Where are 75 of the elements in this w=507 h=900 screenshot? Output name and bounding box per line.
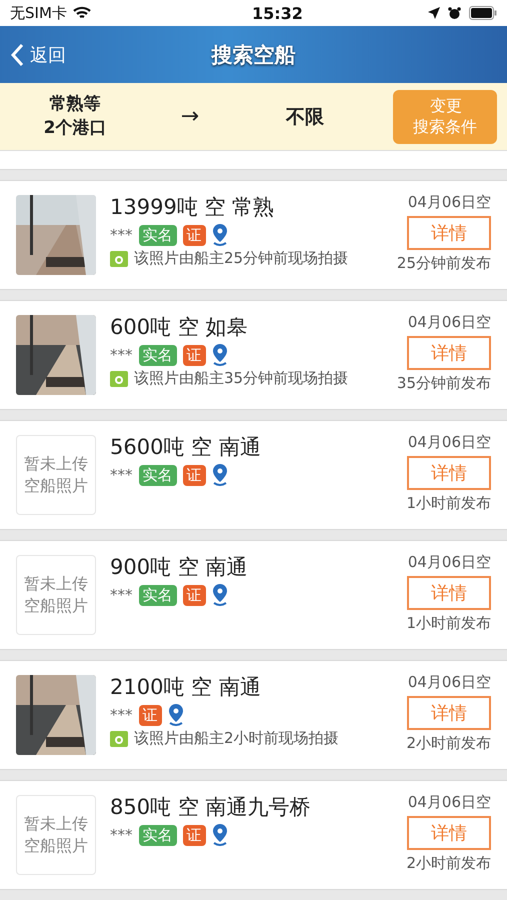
real-name-badge: 实名 (138, 584, 176, 606)
location-pin-icon (212, 464, 228, 486)
location-pin-icon (212, 824, 228, 846)
certificate-badge: 证 (182, 344, 206, 366)
location-pin-icon (212, 584, 228, 606)
battery-icon (468, 6, 497, 20)
ship-card[interactable]: 2100吨 空 南通 *** 证 该照片由船主2小时前现场拍摄 04月06日空 详情 2小时前发布 (0, 660, 507, 770)
real-name-badge: 实名 (138, 224, 176, 246)
location-pin-icon (212, 344, 228, 366)
empty-date: 04月06日空 (408, 793, 491, 812)
origin-port: 常熟等 (50, 92, 100, 116)
detail-button[interactable]: 详情 (407, 216, 491, 250)
ship-card[interactable]: 13999吨 空 常熟 *** 实名 证 该照片由船主25分钟前现场拍摄 04月06日空 详情 25分钟前发布 (0, 180, 507, 290)
page-title: 搜索空船 (212, 42, 296, 69)
camera-icon (110, 370, 128, 386)
real-name-badge: 实名 (138, 824, 176, 846)
empty-date: 04月06日空 (408, 193, 491, 212)
owner-name: *** (110, 826, 132, 844)
ship-title: 600吨 空 如皋 (110, 314, 248, 341)
route-arrow: → (180, 104, 200, 130)
ship-card[interactable]: 600吨 空 如皋 *** 实名 证 该照片由船主35分钟前现场拍摄 04月06日空 详情 35分钟前发布 (0, 300, 507, 410)
no-photo-placeholder: 暂未上传空船照片 (16, 555, 96, 635)
ship-title: 850吨 空 南通九号桥 (110, 794, 312, 821)
certificate-badge: 证 (182, 824, 206, 846)
detail-button[interactable]: 详情 (407, 336, 491, 370)
no-photo-placeholder: 暂未上传空船照片 (16, 795, 96, 875)
camera-icon (110, 730, 128, 746)
certificate-badge: 证 (182, 584, 206, 606)
ship-card[interactable]: 暂未上传空船照片 5600吨 空 南通 *** 实名 证 04月06日空 详情 1小时前发布 (0, 420, 507, 530)
owner-name: *** (110, 706, 132, 724)
ship-title: 900吨 空 南通 (110, 554, 248, 581)
location-pin-icon (168, 704, 184, 726)
wifi-icon (72, 6, 91, 20)
photo-note: 该照片由船主2小时前现场拍摄 (134, 729, 339, 748)
ship-title: 2100吨 空 南通 (110, 674, 262, 701)
detail-button[interactable]: 详情 (407, 816, 491, 850)
empty-date: 04月06日空 (408, 313, 491, 332)
owner-name: *** (110, 226, 132, 244)
owner-name: *** (110, 346, 132, 364)
posted-time: 35分钟前发布 (396, 374, 491, 393)
photo-note: 该照片由船主25分钟前现场拍摄 (134, 249, 348, 268)
real-name-badge: 实名 (138, 344, 176, 366)
empty-date: 04月06日空 (408, 553, 491, 572)
posted-time: 25分钟前发布 (396, 254, 491, 273)
certificate-badge: 证 (182, 224, 206, 246)
posted-time: 1小时前发布 (406, 614, 491, 633)
detail-button[interactable]: 详情 (407, 456, 491, 490)
ship-title: 5600吨 空 南通 (110, 434, 262, 461)
location-pin-icon (212, 224, 228, 246)
destination-port: 不限 (284, 104, 325, 130)
owner-name: *** (110, 466, 132, 484)
detail-button[interactable]: 详情 (407, 576, 491, 610)
detail-button[interactable]: 详情 (407, 696, 491, 730)
photo-note: 该照片由船主35分钟前现场拍摄 (134, 369, 348, 388)
empty-date: 04月06日空 (408, 433, 491, 452)
real-name-badge: 实名 (138, 464, 176, 486)
back-chevron-icon (10, 42, 24, 67)
posted-time: 2小时前发布 (406, 734, 491, 753)
origin-count: 2个港口 (44, 116, 106, 140)
posted-time: 2小时前发布 (406, 854, 491, 873)
ship-card[interactable]: 暂未上传空船照片 850吨 空 南通九号桥 *** 实名 证 04月06日空 详情 2小时前发布 (0, 780, 507, 890)
no-photo-placeholder: 暂未上传空船照片 (16, 435, 96, 515)
certificate-badge: 证 (138, 704, 162, 726)
location-arrow-icon (428, 7, 440, 20)
alarm-icon (448, 6, 461, 20)
ship-title: 13999吨 空 常熟 (110, 194, 276, 221)
back-button[interactable]: 返回 (0, 42, 76, 67)
owner-name: *** (110, 586, 132, 604)
certificate-badge: 证 (182, 464, 206, 486)
carrier-label: 无SIM卡 (10, 4, 67, 23)
posted-time: 1小时前发布 (406, 494, 491, 513)
empty-date: 04月06日空 (408, 673, 491, 692)
camera-icon (110, 250, 128, 266)
clock-time: 15:32 (252, 4, 303, 23)
ship-card[interactable]: 暂未上传空船照片 900吨 空 南通 *** 实名 证 04月06日空 详情 1小时前发布 (0, 540, 507, 650)
